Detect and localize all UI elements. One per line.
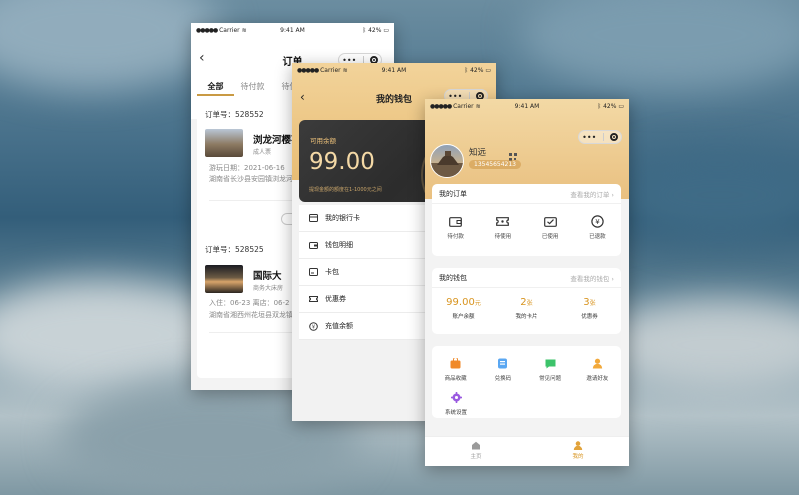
battery-icon: ▭ bbox=[485, 66, 491, 74]
stat-unit: 张 bbox=[589, 300, 596, 307]
carrier-label: Carrier bbox=[453, 102, 474, 110]
avatar[interactable] bbox=[430, 144, 464, 178]
tab-mine[interactable]: 我的 bbox=[548, 437, 608, 466]
my-orders-panel: 我的订单 查看我的订单 › 待付款 待使用 已使用 ¥ 已退款 bbox=[432, 184, 621, 256]
status-bar: ●●●●● Carrier ≋ 9:41 AM ᛒ 42% ▭ bbox=[191, 23, 394, 37]
tool-invite-friends[interactable]: 邀请好友 bbox=[577, 352, 617, 382]
carrier-label: Carrier bbox=[320, 66, 341, 74]
order-status-used[interactable]: 已使用 bbox=[530, 210, 570, 240]
stat-label: 我的卡片 bbox=[515, 314, 538, 320]
user-phone: 13545654213 bbox=[469, 160, 521, 169]
menu-label: 卡包 bbox=[325, 268, 339, 276]
bluetooth-icon: ᛒ bbox=[597, 102, 602, 110]
faq-icon bbox=[530, 352, 570, 374]
stat-label: 账户余额 bbox=[452, 314, 475, 320]
address: 湖南省湘西州花垣县双龙镇 bbox=[209, 311, 293, 319]
bank-card-icon bbox=[309, 214, 318, 222]
withdraw-note: 提现金额的额度在1-1000元之间 bbox=[309, 187, 382, 193]
svg-text:¥: ¥ bbox=[595, 218, 600, 226]
stat-balance[interactable]: 99.00元 账户余额 bbox=[436, 294, 492, 320]
product-thumbnail bbox=[205, 265, 243, 293]
ticket-type: 成人票 bbox=[253, 149, 272, 156]
tab-pending-payment[interactable]: 待付款 bbox=[234, 79, 271, 103]
stat-unit: 元 bbox=[474, 300, 481, 307]
menu-label: 钱包明细 bbox=[325, 241, 353, 249]
stay-dates: 入住：06-23 离店：06-2 bbox=[209, 299, 290, 307]
tools-panel: 商品收藏 兑换码 常见问题 邀请好友 系统设置 bbox=[432, 346, 621, 418]
bluetooth-icon: ᛒ bbox=[464, 66, 469, 74]
battery-percent: 42% bbox=[368, 26, 382, 34]
tab-all[interactable]: 全部 bbox=[197, 79, 234, 96]
menu-label: 我的银行卡 bbox=[325, 214, 360, 222]
shopping-bag-icon bbox=[436, 352, 476, 374]
wifi-icon: ≋ bbox=[241, 26, 247, 34]
coupon-icon bbox=[309, 295, 318, 303]
view-wallet-link[interactable]: 查看我的钱包 › bbox=[570, 273, 614, 283]
balance-amount: 99.00 bbox=[309, 149, 375, 175]
panel-title: 我的订单 bbox=[439, 189, 467, 198]
balance-label: 可用余额 bbox=[310, 137, 336, 145]
tool-favorites[interactable]: 商品收藏 bbox=[436, 352, 476, 382]
stat-label: 优惠券 bbox=[581, 314, 598, 320]
tool-settings[interactable]: 系统设置 bbox=[436, 386, 476, 416]
more-icon[interactable]: ••• bbox=[582, 133, 596, 142]
battery-percent: 42% bbox=[603, 102, 617, 110]
checked-ticket-icon bbox=[530, 210, 570, 232]
wallet-icon bbox=[309, 241, 318, 249]
battery-icon: ▭ bbox=[383, 26, 389, 34]
top-up-icon: ¥ bbox=[309, 322, 318, 331]
menu-label: 优惠券 bbox=[325, 295, 346, 303]
wifi-icon: ≋ bbox=[475, 102, 481, 110]
stat-coupons[interactable]: 3张 优惠券 bbox=[562, 294, 618, 320]
signal-icon: ●●●●● bbox=[430, 102, 452, 110]
wallet-icon bbox=[436, 210, 476, 232]
bluetooth-icon: ᛒ bbox=[362, 26, 367, 34]
tool-faq[interactable]: 常见问题 bbox=[530, 352, 570, 382]
status-bar: ●●●●● Carrier ≋ 9:41 AM ᛒ 42% ▭ bbox=[425, 99, 629, 113]
mini-program-capsule[interactable]: ••• bbox=[578, 130, 622, 144]
stat-unit: 张 bbox=[526, 300, 533, 307]
svg-text:¥: ¥ bbox=[312, 325, 315, 331]
menu-label: 充值余额 bbox=[325, 322, 353, 330]
redeem-code-icon bbox=[483, 352, 523, 374]
tool-redeem-code[interactable]: 兑换码 bbox=[483, 352, 523, 382]
battery-percent: 42% bbox=[470, 66, 484, 74]
order-status-refunded[interactable]: ¥ 已退款 bbox=[577, 210, 617, 240]
profile-screen: ●●●●● Carrier ≋ 9:41 AM ᛒ 42% ▭ ••• 知远 1… bbox=[425, 99, 629, 466]
address: 湖南省长沙县安园镇浏龙河 bbox=[209, 175, 293, 183]
invite-friends-icon bbox=[577, 352, 617, 374]
visit-date: 游玩日期：2021-06-16 bbox=[209, 164, 285, 172]
stat-value: 99.00 bbox=[446, 297, 475, 308]
gear-icon bbox=[436, 386, 476, 408]
my-wallet-panel: 我的钱包 查看我的钱包 › 99.00元 账户余额 2张 我的卡片 3张 优惠券 bbox=[432, 268, 621, 334]
product-name: 国际大 bbox=[253, 271, 282, 282]
view-orders-link[interactable]: 查看我的订单 › bbox=[570, 189, 614, 199]
carrier-label: Carrier bbox=[219, 26, 240, 34]
stat-cards[interactable]: 2张 我的卡片 bbox=[499, 294, 555, 320]
qr-code-icon[interactable] bbox=[509, 146, 517, 161]
room-type: 商务大床房 bbox=[253, 285, 284, 292]
user-icon bbox=[548, 441, 608, 452]
panel-title: 我的钱包 bbox=[439, 273, 467, 282]
order-status-pending-payment[interactable]: 待付款 bbox=[436, 210, 476, 240]
refund-icon: ¥ bbox=[577, 210, 617, 232]
close-target-icon[interactable] bbox=[609, 133, 618, 141]
order-status-pending-use[interactable]: 待使用 bbox=[483, 210, 523, 240]
ticket-icon bbox=[483, 210, 523, 232]
tab-home[interactable]: 主页 bbox=[446, 437, 506, 466]
home-icon bbox=[446, 441, 506, 452]
signal-icon: ●●●●● bbox=[297, 66, 319, 74]
battery-icon: ▭ bbox=[618, 102, 624, 110]
user-name: 知远 bbox=[469, 148, 487, 158]
signal-icon: ●●●●● bbox=[196, 26, 218, 34]
tab-bar: 主页 我的 bbox=[425, 436, 629, 466]
wifi-icon: ≋ bbox=[342, 66, 348, 74]
card-pack-icon bbox=[309, 268, 318, 276]
status-bar: ●●●●● Carrier ≋ 9:41 AM ᛒ 42% ▭ bbox=[292, 63, 496, 77]
product-thumbnail bbox=[205, 129, 243, 157]
